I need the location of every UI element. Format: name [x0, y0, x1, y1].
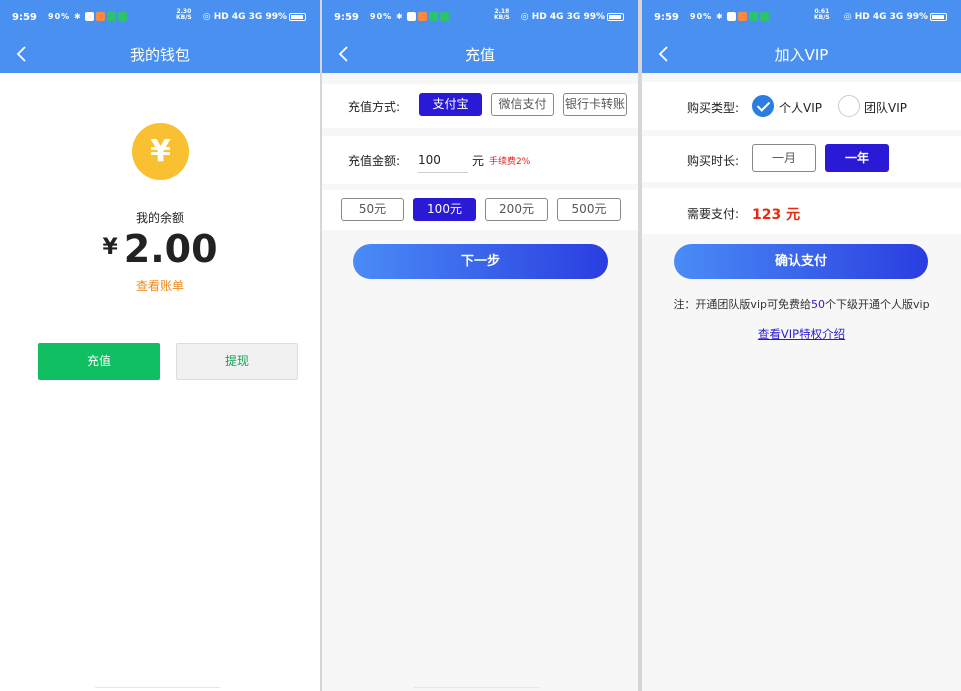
type-personal-label[interactable]: 个人VIP — [779, 99, 822, 116]
battery-text: 99% — [265, 12, 287, 22]
duration-row: 购买时长: 一月 一年 — [642, 136, 961, 182]
currency-symbol: ¥ — [102, 235, 118, 260]
status-time: 9:59 — [334, 12, 359, 23]
method-bank[interactable]: 银行卡转账 — [563, 93, 627, 116]
page-title: 充值 — [464, 46, 495, 64]
wallet-screen: 9:59 90% ✱ 2.30 KB/S ◎ HD 4G 3G 99% 我的钱包 … — [0, 0, 320, 691]
divider — [95, 687, 220, 688]
net-speed: 2.18 KB/S — [494, 8, 510, 21]
battery-icon — [289, 12, 306, 21]
preset-200[interactable]: 200元 — [485, 198, 548, 221]
confirm-pay-button[interactable]: 确认支付 — [674, 244, 928, 279]
network-text: HD 4G 3G — [531, 12, 581, 22]
signal-text: 90% — [370, 12, 393, 21]
status-right: ◎ HD 4G 3G 99% — [844, 12, 947, 22]
app-icon — [407, 12, 417, 21]
preset-500[interactable]: 500元 — [557, 198, 621, 221]
check-icon[interactable] — [752, 95, 774, 117]
page-title: 加入VIP — [774, 46, 829, 64]
status-bar: 9:59 90% ✱ 0.61 KB/S ◎ HD 4G 3G 99% — [642, 0, 961, 34]
status-icons: 90% ✱ — [690, 12, 771, 21]
app-icon — [440, 12, 450, 21]
price-value: 123 元 — [752, 207, 801, 223]
status-icons: 90% ✱ — [370, 12, 451, 21]
app-icon — [429, 12, 439, 21]
amount-input[interactable] — [418, 148, 468, 173]
vip-note: 注：开通团队版vip可免费给50个下级开通个人版vip — [673, 298, 930, 311]
note-count: 50 — [811, 298, 825, 311]
method-alipay[interactable]: 支付宝 — [419, 93, 482, 116]
balance-label: 我的余额 — [135, 211, 184, 225]
divider — [414, 687, 539, 688]
fee-note: 手续费2% — [489, 157, 531, 167]
duration-month[interactable]: 一月 — [752, 144, 816, 172]
type-team-label[interactable]: 团队VIP — [864, 99, 907, 116]
next-step-button[interactable]: 下一步 — [353, 244, 608, 279]
pay-label: 需要支付: — [687, 207, 740, 221]
withdraw-button[interactable]: 提现 — [176, 343, 298, 380]
yuan-coin-icon: ¥ — [132, 123, 189, 180]
preset-100[interactable]: 100元 — [413, 198, 476, 221]
app-icon — [760, 12, 770, 21]
network-text: HD 4G 3G — [854, 12, 904, 22]
status-icons: 90% ✱ — [48, 12, 129, 21]
balance-value: 2.00 — [123, 227, 218, 271]
preset-row: 50元 100元 200元 500元 — [322, 190, 638, 230]
amount-unit: 元 — [472, 154, 485, 168]
amount-row: 充值金额: 元 手续费2% — [322, 136, 638, 184]
net-speed: 2.30 KB/S — [176, 8, 192, 21]
vip-privilege-link[interactable]: 查看VIP特权介绍 — [642, 326, 961, 342]
app-icon — [118, 12, 128, 21]
battery-icon — [607, 12, 624, 21]
app-icon — [107, 12, 117, 21]
page-title: 我的钱包 — [129, 46, 190, 64]
method-wechat[interactable]: 微信支付 — [491, 93, 554, 116]
status-bar: 9:59 90% ✱ 2.30 KB/S ◎ HD 4G 3G 99% — [0, 0, 320, 34]
recharge-button[interactable]: 充值 — [38, 343, 160, 380]
status-bar: 9:59 90% ✱ 2.18 KB/S ◎ HD 4G 3G 99% — [322, 0, 638, 34]
app-icon — [96, 12, 106, 21]
duration-label: 购买时长: — [687, 154, 740, 168]
status-right: ◎ HD 4G 3G 99% — [203, 12, 306, 22]
nav-bar: 充值 — [322, 34, 638, 73]
app-icon — [738, 12, 748, 21]
duration-year[interactable]: 一年 — [825, 144, 889, 172]
radio-icon[interactable] — [838, 95, 860, 117]
payment-row: 需要支付: 123 元 — [642, 188, 961, 234]
battery-text: 99% — [583, 12, 605, 22]
app-icon — [749, 12, 759, 21]
preset-50[interactable]: 50元 — [341, 198, 404, 221]
purchase-type-row: 购买类型: 个人VIP 团队VIP — [642, 82, 961, 130]
recharge-screen: 9:59 90% ✱ 2.18 KB/S ◎ HD 4G 3G 99% 充值 充值… — [322, 0, 638, 691]
nav-bar: 我的钱包 — [0, 34, 320, 73]
amount-label: 充值金额: — [348, 154, 401, 168]
app-icon — [418, 12, 428, 21]
status-time: 9:59 — [654, 12, 679, 23]
type-label: 购买类型: — [687, 101, 740, 115]
balance-amount: ¥2.00 — [0, 227, 320, 271]
vip-screen: 9:59 90% ✱ 0.61 KB/S ◎ HD 4G 3G 99% 加入VIP… — [642, 0, 961, 691]
battery-icon — [930, 12, 947, 21]
method-label: 充值方式: — [348, 100, 401, 114]
view-bill-link[interactable]: 查看账单 — [0, 277, 320, 294]
net-speed: 0.61 KB/S — [814, 8, 830, 21]
nav-bar: 加入VIP — [642, 34, 961, 73]
payment-method-row: 充值方式: 支付宝 微信支付 银行卡转账 — [322, 84, 638, 128]
signal-text: 90% — [48, 12, 71, 21]
app-icon — [727, 12, 737, 21]
battery-text: 99% — [906, 12, 928, 22]
app-icon — [85, 12, 95, 21]
network-text: HD 4G 3G — [213, 12, 263, 22]
status-right: ◎ HD 4G 3G 99% — [521, 12, 624, 22]
signal-text: 90% — [690, 12, 713, 21]
status-time: 9:59 — [12, 12, 37, 23]
